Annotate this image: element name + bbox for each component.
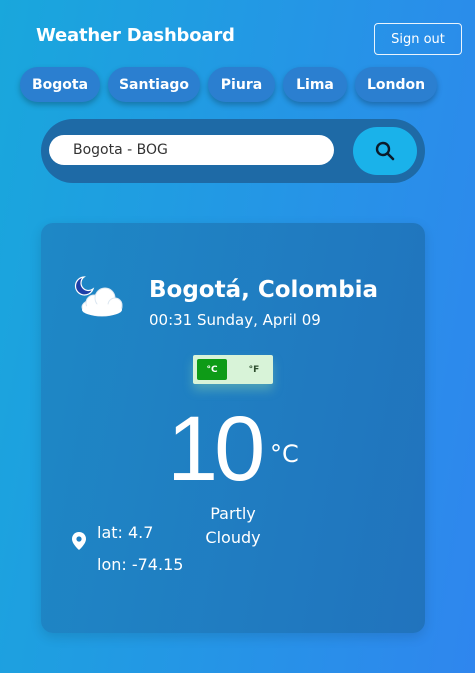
unit-toggle: °C °F [193,355,273,384]
city-button-london[interactable]: London [355,67,437,102]
location-pin-icon [72,532,86,550]
location-name: Bogotá, Colombia [149,277,379,303]
header: Weather Dashboard Sign out [0,0,475,70]
city-button-santiago[interactable]: Santiago [108,67,200,102]
temperature-unit: °C [270,440,299,468]
latitude: lat: 4.7 [97,523,154,542]
city-button-bogota[interactable]: Bogota [20,67,100,102]
partly-cloudy-night-icon [74,276,123,317]
app-title: Weather Dashboard [36,25,235,46]
weather-condition: Partly Cloudy [205,504,261,547]
search-button[interactable] [353,127,417,175]
temperature-value: 10 [167,398,265,500]
sign-out-button[interactable]: Sign out [374,23,462,55]
search-bar: Bogota - BOG [41,119,425,183]
weather-card: Bogotá, Colombia 00:31 Sunday, April 09 … [41,223,425,633]
city-quick-select: Bogota Santiago Piura Lima London [20,67,460,103]
local-datetime: 00:31 Sunday, April 09 [149,311,321,329]
search-input[interactable]: Bogota - BOG [49,135,334,165]
city-button-lima[interactable]: Lima [283,67,347,102]
fahrenheit-toggle[interactable]: °F [239,359,269,380]
longitude: lon: -74.15 [97,555,184,574]
city-button-piura[interactable]: Piura [208,67,275,102]
search-icon [375,141,395,161]
celsius-toggle[interactable]: °C [197,359,227,380]
